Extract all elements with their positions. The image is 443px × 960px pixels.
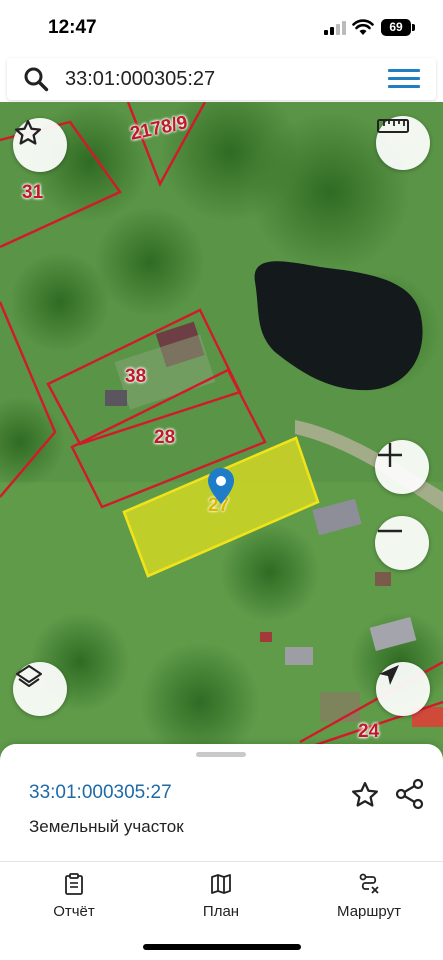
ruler-button[interactable] [376, 116, 430, 170]
map-icon [211, 874, 231, 894]
parcel-label-28: 28 [154, 427, 176, 448]
share-icon[interactable] [394, 778, 426, 810]
location-pin-icon[interactable] [207, 467, 235, 505]
satellite-map[interactable]: 2178/9 31 38 28 27 24 [0, 102, 443, 762]
search-icon[interactable] [23, 66, 49, 92]
status-time: 12:47 [48, 17, 97, 38]
favorite-star-icon[interactable] [350, 780, 380, 810]
minus-icon [378, 529, 402, 533]
favorite-star-button[interactable] [13, 118, 67, 172]
wifi-icon [352, 19, 374, 35]
search-input[interactable]: 33:01:000305:27 [65, 68, 215, 91]
navigation-arrow-icon [379, 665, 399, 685]
parcel-label-31: 31 [22, 182, 44, 203]
layers-button[interactable] [13, 662, 67, 716]
zoom-in-button[interactable] [375, 440, 429, 494]
parcel-label-38: 38 [125, 366, 147, 387]
tab-label: План [202, 903, 240, 920]
cadastral-number: 33:01:000305:27 [29, 782, 172, 803]
search-bar[interactable]: 33:01:000305:27 [7, 58, 436, 100]
tab-route[interactable]: Маршрут [309, 872, 429, 920]
tab-label: Отчёт [53, 903, 95, 920]
zoom-out-button[interactable] [375, 516, 429, 570]
plus-icon [378, 443, 402, 467]
status-bar: 12:47 69 [0, 0, 443, 56]
home-indicator[interactable] [143, 944, 301, 950]
tab-label: Маршрут [337, 903, 401, 920]
parcel-label-24: 24 [358, 721, 380, 742]
divider [0, 861, 443, 862]
star-icon [15, 120, 41, 145]
clipboard-icon [65, 873, 83, 895]
battery-icon: 69 [381, 19, 415, 36]
route-icon [359, 873, 379, 894]
hamburger-menu-icon[interactable] [388, 69, 420, 89]
tab-report[interactable]: Отчёт [14, 872, 134, 920]
ruler-icon [377, 119, 409, 133]
my-location-button[interactable] [376, 662, 430, 716]
object-type: Земельный участок [29, 817, 184, 836]
tab-plan[interactable]: План [161, 872, 281, 920]
parcel-info-sheet[interactable]: 33:01:000305:27 Земельный участок Отчёт … [0, 744, 443, 960]
sheet-drag-handle[interactable] [196, 752, 246, 757]
cellular-signal-icon [324, 21, 346, 35]
layers-icon [16, 665, 42, 687]
